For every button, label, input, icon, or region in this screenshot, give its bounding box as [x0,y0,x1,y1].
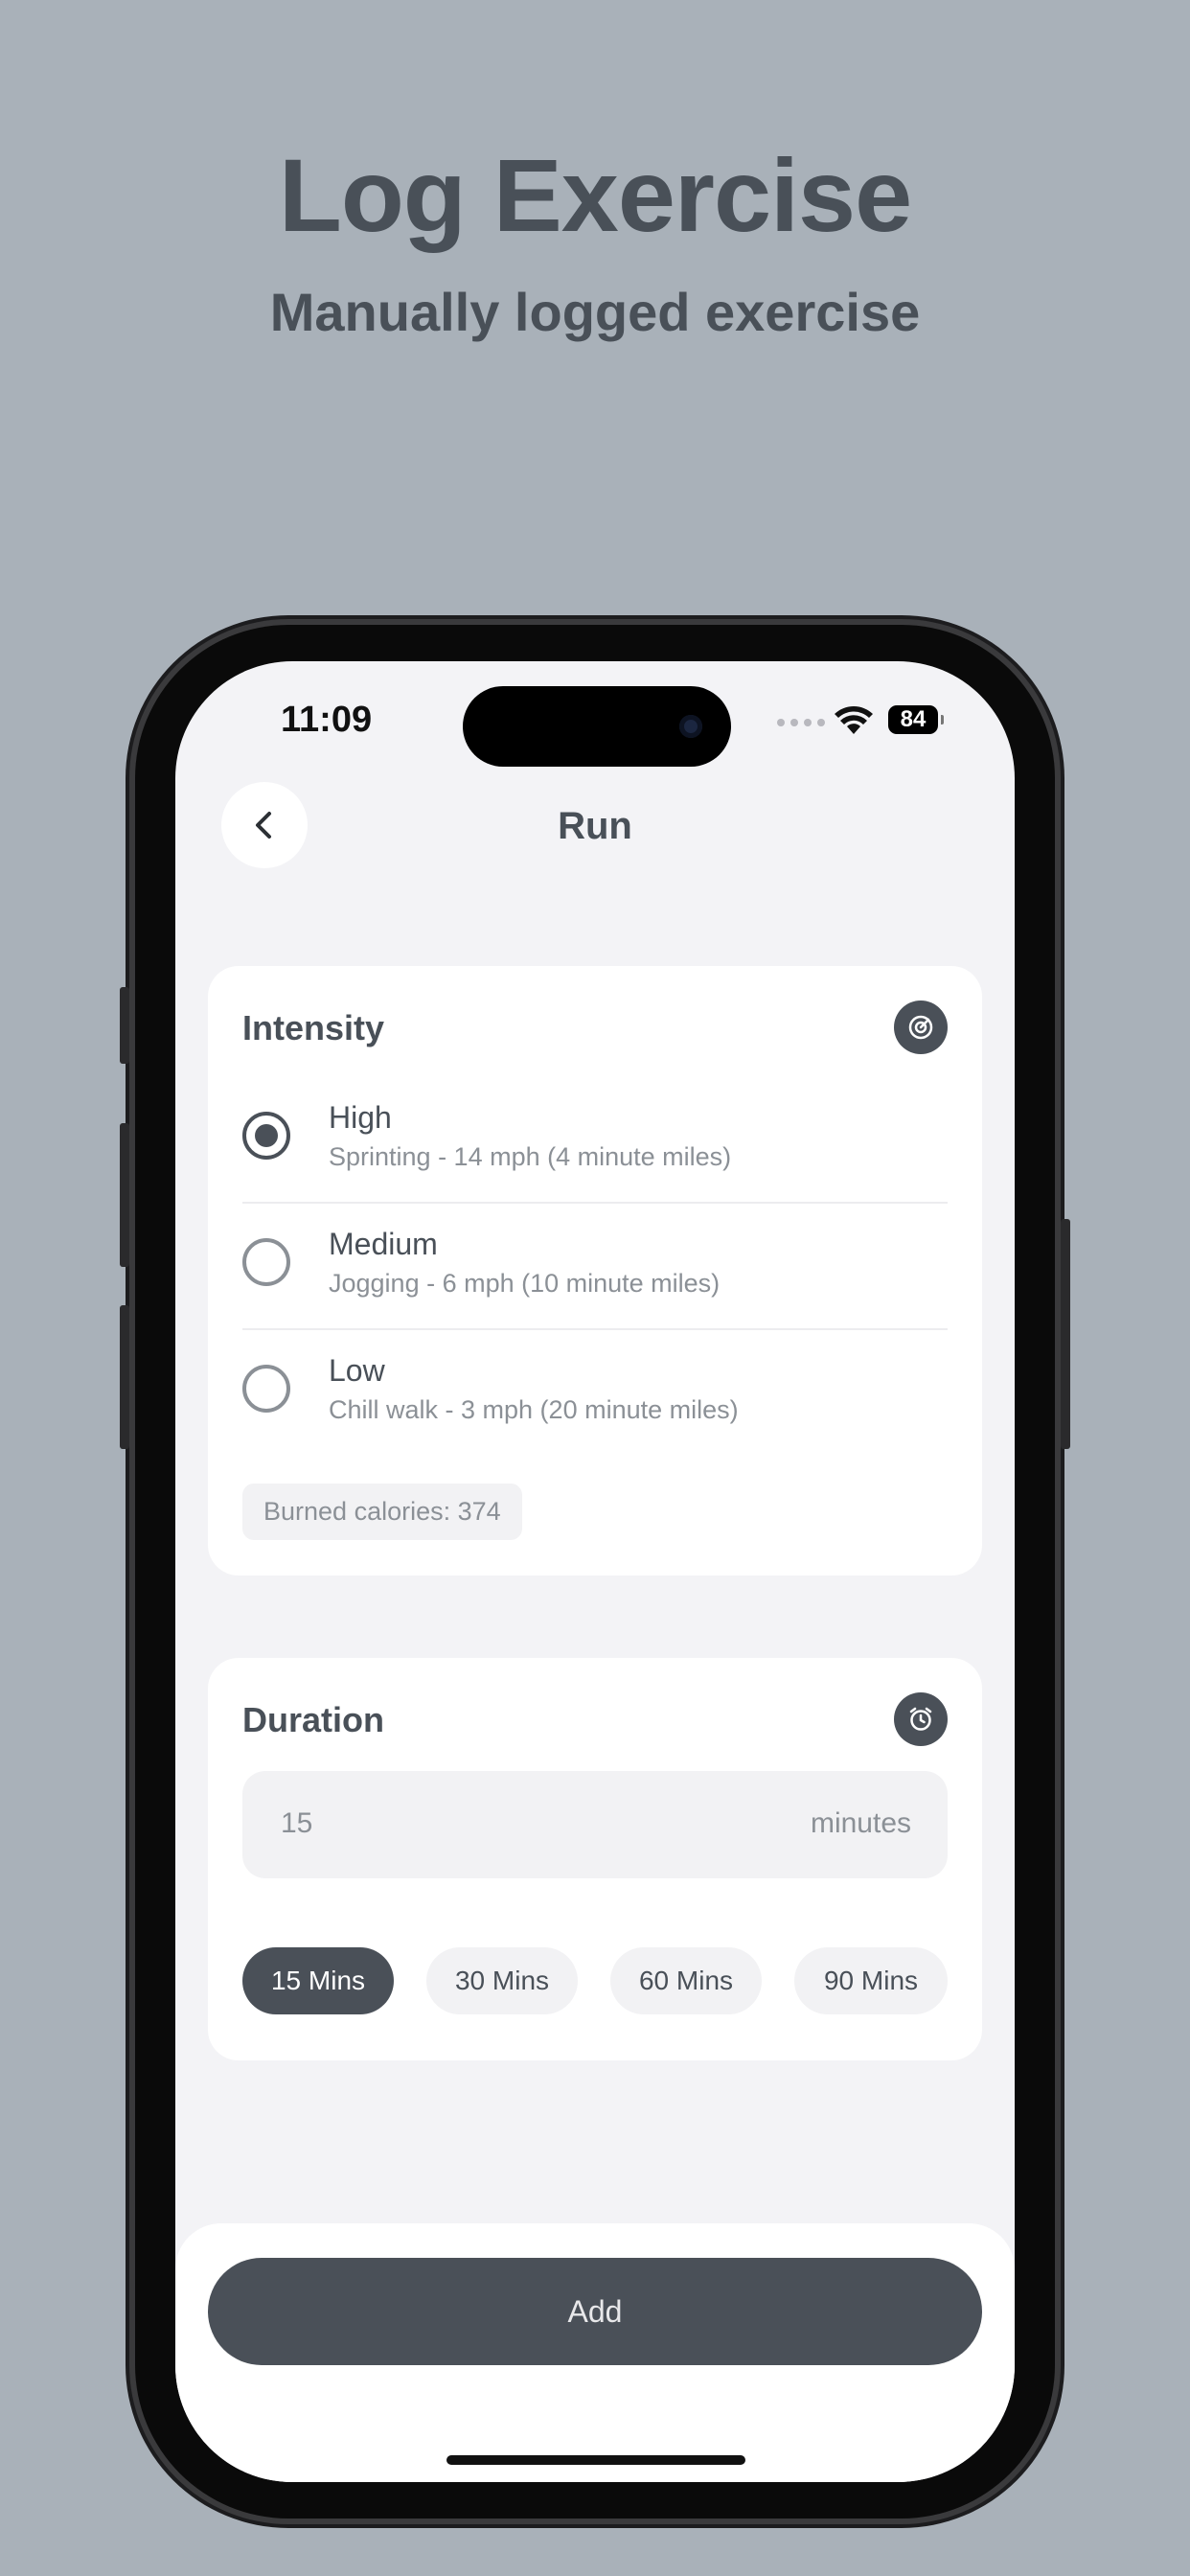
battery-icon: 84 [888,705,944,734]
camera-icon [679,715,702,738]
option-description: Chill walk - 3 mph (20 minute miles) [329,1395,739,1424]
target-icon [894,1000,948,1054]
preset-60-mins[interactable]: 60 Mins [610,1947,762,2014]
promo-subtitle: Manually logged exercise [269,282,921,342]
cellular-signal-icon [777,719,825,726]
option-description: Sprinting - 14 mph (4 minute miles) [329,1142,732,1171]
burned-calories-badge: Burned calories: 374 [242,1484,522,1540]
duration-unit: minutes [810,1807,911,1839]
promo-title: Log Exercise [278,137,912,253]
radio-high[interactable] [242,1112,290,1160]
intensity-title: Intensity [242,1008,385,1047]
wifi-icon [835,706,873,734]
option-label: Low [329,1353,385,1388]
app-screen: 11:09 84 Run Intensity High Sprinting - … [175,661,1015,2482]
duration-title: Duration [242,1700,384,1739]
radio-low[interactable] [242,1365,290,1413]
radio-medium[interactable] [242,1238,290,1286]
add-button[interactable]: Add [208,2258,982,2365]
option-description: Jogging - 6 mph (10 minute miles) [329,1269,721,1298]
status-time: 11:09 [281,700,373,740]
intensity-option-low[interactable]: Low Chill walk - 3 mph (20 minute miles) [242,1328,948,1455]
alarm-clock-icon [894,1692,948,1746]
mute-switch [120,987,129,1064]
intensity-card: Intensity High Sprinting - 14 mph (4 min… [208,966,982,1576]
intensity-option-high[interactable]: High Sprinting - 14 mph (4 minute miles) [242,1075,948,1204]
volume-up-button [120,1123,129,1267]
intensity-option-medium[interactable]: Medium Jogging - 6 mph (10 minute miles) [242,1202,948,1330]
phone-frame: 11:09 84 Run Intensity High Sprinting - … [120,625,1070,2518]
dynamic-island [463,686,731,767]
option-label: High [329,1100,392,1135]
home-indicator[interactable] [446,2455,745,2465]
page-title: Run [558,805,632,847]
power-button [1061,1219,1070,1449]
duration-card: Duration 15 minutes 15 Mins 30 Mins 60 M… [208,1658,982,2060]
preset-30-mins[interactable]: 30 Mins [426,1947,578,2014]
preset-15-mins[interactable]: 15 Mins [242,1947,394,2014]
preset-90-mins[interactable]: 90 Mins [794,1947,948,2014]
volume-down-button [120,1305,129,1449]
option-label: Medium [329,1227,438,1261]
bottom-action-bar: Add [175,2223,1015,2482]
duration-input[interactable]: 15 minutes [242,1771,948,1878]
duration-value: 15 [281,1807,313,1839]
